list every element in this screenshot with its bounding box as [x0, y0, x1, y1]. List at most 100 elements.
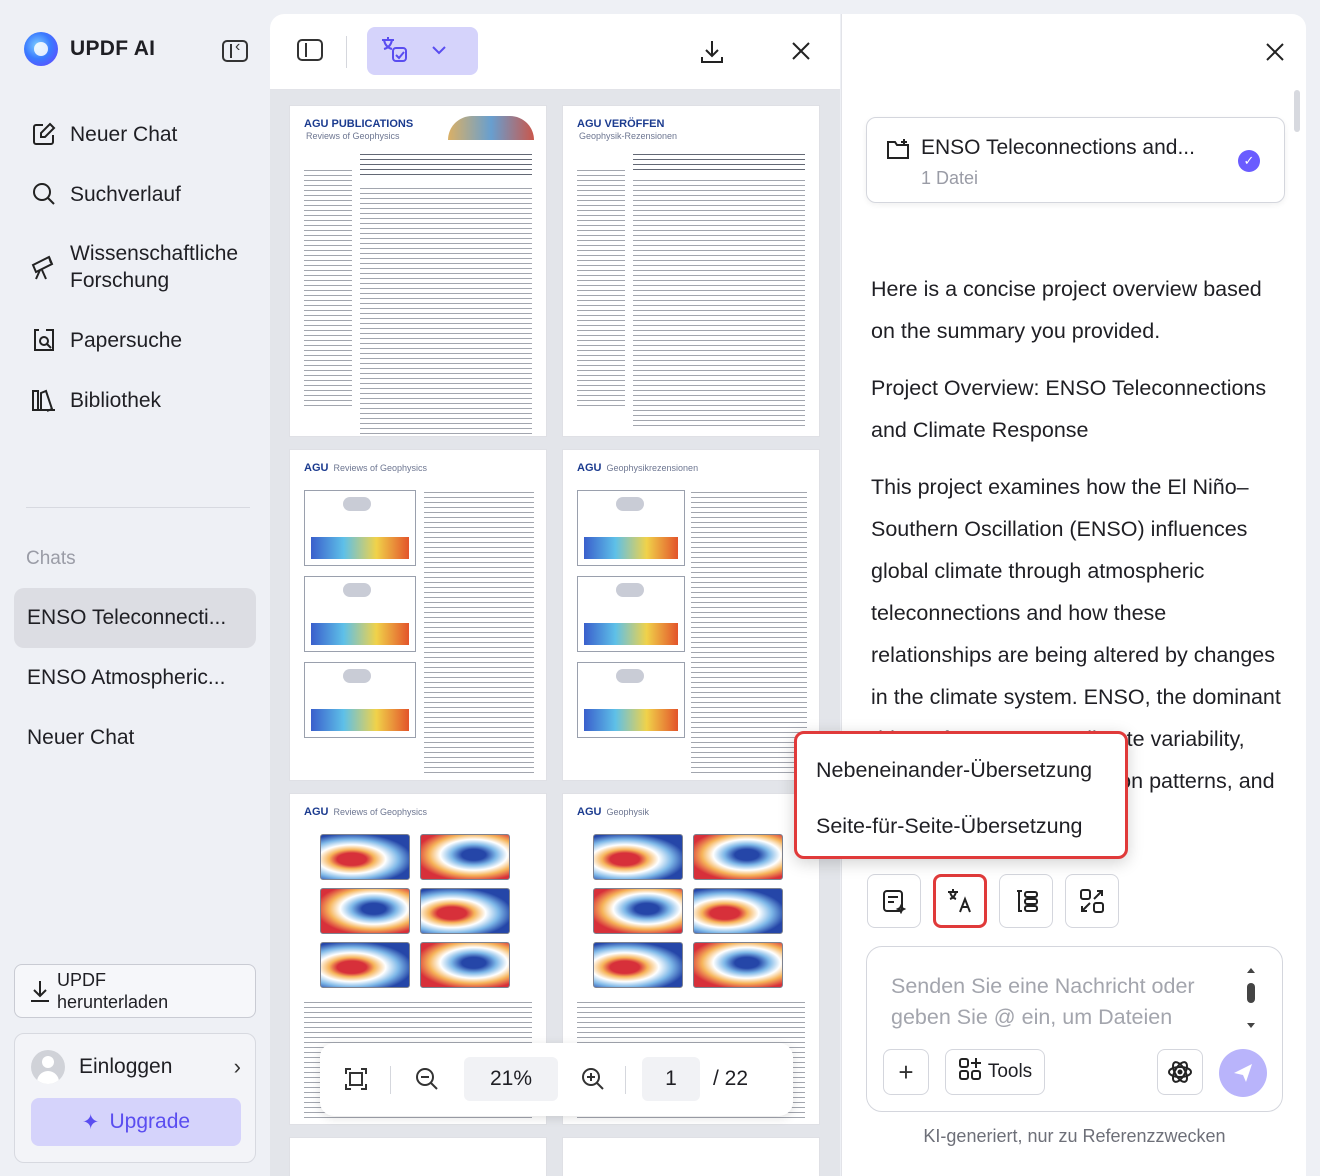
ai-message-paragraph: Project Overview: ENSO Teleconnections a…: [871, 376, 1267, 442]
close-document-icon[interactable]: [788, 38, 814, 64]
menu-item-page-by-page-translation[interactable]: Seite-für-Seite-Übersetzung: [797, 798, 1125, 854]
page-header: AGU Reviews of Geophysics: [304, 806, 428, 818]
message-actions: [867, 874, 1119, 928]
anomaly-map: [593, 834, 683, 880]
page-thumbnail[interactable]: [563, 1138, 819, 1176]
download-icon: [29, 978, 51, 1004]
sidebar-item-research[interactable]: Wissenschaftliche Forschung: [14, 224, 256, 310]
chats-section-label: Chats: [26, 548, 76, 569]
attached-file-card[interactable]: ENSO Teleconnections and... 1 Datei ✓: [866, 117, 1285, 203]
page-header: AGU Geophysikrezensionen: [577, 462, 699, 474]
ai-disclaimer: KI-generiert, nur zu Referenzzwecken: [923, 1126, 1226, 1146]
file-title: ENSO Teleconnections and...: [921, 136, 1195, 159]
summarize-button[interactable]: [867, 874, 921, 928]
menu-item-side-by-side-translation[interactable]: Nebeneinander-Übersetzung: [797, 742, 1125, 798]
anomaly-map: [320, 888, 410, 934]
rewrite-button[interactable]: [1065, 874, 1119, 928]
login-label: Einloggen: [79, 1055, 173, 1078]
app-window: UPDF AI Neuer Chat Suchverlauf Wissens: [0, 0, 1320, 1176]
send-button[interactable]: [1219, 1049, 1267, 1097]
fit-page-icon[interactable]: [344, 1067, 368, 1091]
zoom-level-input[interactable]: 21%: [464, 1057, 558, 1101]
tools-label: Tools: [987, 1061, 1033, 1082]
enso-figure: [577, 490, 685, 566]
anomaly-map: [593, 942, 683, 988]
atom-icon: [1168, 1061, 1192, 1083]
document-toolbar: [270, 14, 840, 90]
chevron-down-icon: [431, 42, 447, 60]
page-header: AGU PUBLICATIONS Reviews of Geophysics: [304, 118, 414, 141]
anomaly-map: [420, 834, 510, 880]
paper-search-icon: [30, 326, 58, 354]
explain-button[interactable]: [999, 874, 1053, 928]
brand: UPDF AI: [24, 32, 155, 66]
tools-icon: [958, 1057, 982, 1087]
anomaly-map: [693, 888, 783, 934]
sidebar-item-new-chat[interactable]: Neuer Chat: [14, 104, 256, 164]
download-updf-label: UPDF herunterladen: [57, 970, 169, 1012]
enso-figure: [304, 662, 416, 738]
download-updf-button[interactable]: UPDF herunterladen: [14, 964, 256, 1018]
library-icon: [30, 386, 58, 414]
sparkle-icon: ✦: [81, 1110, 100, 1134]
translate-icon: [379, 34, 409, 69]
file-count: 1 Datei: [921, 168, 979, 188]
page-thumbnail[interactable]: AGU Reviews of Geophysics: [290, 450, 546, 780]
send-icon: [1234, 1064, 1252, 1082]
plus-icon: +: [898, 1056, 914, 1087]
sidebar-item-label: Wissenschaftliche Forschung: [70, 242, 239, 292]
add-attachment-button[interactable]: +: [883, 1049, 929, 1095]
sidebar-item-label: Papersuche: [70, 328, 183, 352]
thumbnail-panel-toggle-icon[interactable]: [297, 39, 323, 61]
document-panel: AGU PUBLICATIONS Reviews of Geophysics AG…: [270, 14, 840, 1176]
upgrade-button[interactable]: ✦ Upgrade: [31, 1098, 241, 1146]
zoom-toolbar: 21% 1 / 22: [320, 1043, 793, 1116]
chat-scrollbar[interactable]: [1294, 90, 1300, 132]
composer-scrollbar[interactable]: [1245, 967, 1257, 1029]
translate-dropdown-button[interactable]: [367, 27, 478, 75]
search-icon: [30, 180, 58, 208]
avatar: [31, 1050, 65, 1084]
sidebar-item-search-history[interactable]: Suchverlauf: [14, 164, 256, 224]
sidebar: UPDF AI Neuer Chat Suchverlauf Wissens: [0, 0, 270, 1176]
translate-button[interactable]: [933, 874, 987, 928]
sidebar-item-label: Bibliothek: [70, 388, 162, 412]
message-input[interactable]: [891, 971, 1241, 1041]
anomaly-map: [693, 942, 783, 988]
zoom-in-icon[interactable]: [581, 1067, 605, 1091]
close-chat-icon[interactable]: [1263, 40, 1287, 64]
sidebar-nav: Neuer Chat Suchverlauf Wissenschaftliche…: [14, 104, 256, 430]
page-thumbnail[interactable]: AGU Geophysikrezensionen: [563, 450, 819, 780]
account-card: Einloggen › ✦ Upgrade: [14, 1033, 256, 1163]
sidebar-item-label: Suchverlauf: [70, 182, 181, 206]
ai-message-paragraph: Here is a concise project overview based…: [871, 277, 1262, 343]
page-thumbnail[interactable]: [290, 1138, 546, 1176]
page-header: AGU Reviews of Geophysics: [304, 462, 428, 474]
chevron-right-icon: ›: [233, 1054, 241, 1079]
page-thumbnail[interactable]: AGU PUBLICATIONS Reviews of Geophysics: [290, 106, 546, 436]
collapse-sidebar-icon[interactable]: [222, 38, 248, 62]
anomaly-map: [420, 888, 510, 934]
anomaly-map: [320, 942, 410, 988]
page-number-input[interactable]: 1: [642, 1057, 700, 1101]
toolbar-separator: [346, 36, 347, 68]
page-header: AGU Geophysik: [577, 806, 650, 818]
enso-figure: [577, 576, 685, 652]
tools-button[interactable]: Tools: [945, 1049, 1045, 1095]
sidebar-item-library[interactable]: Bibliothek: [14, 370, 256, 430]
ai-model-button[interactable]: [1157, 1049, 1203, 1095]
download-icon[interactable]: [699, 38, 725, 66]
anomaly-map: [420, 942, 510, 988]
chat-history-item[interactable]: ENSO Atmospheric...: [14, 648, 256, 708]
zoom-out-icon[interactable]: [415, 1067, 439, 1091]
chat-history-item[interactable]: Neuer Chat: [14, 708, 256, 768]
sidebar-item-paper-search[interactable]: Papersuche: [14, 310, 256, 370]
total-pages: / 22: [713, 1067, 749, 1090]
brand-name: UPDF AI: [70, 37, 156, 60]
chat-panel: ENSO Teleconnections and... 1 Datei ✓ He…: [841, 14, 1306, 1176]
message-composer: + Tools: [866, 946, 1283, 1112]
check-icon: ✓: [1238, 150, 1260, 172]
login-row[interactable]: Einloggen ›: [31, 1050, 241, 1084]
chat-history-item-active[interactable]: ENSO Teleconnecti...: [14, 588, 256, 648]
page-thumbnail[interactable]: AGU VERÖFFEN Geophysik-Rezensionen: [563, 106, 819, 436]
